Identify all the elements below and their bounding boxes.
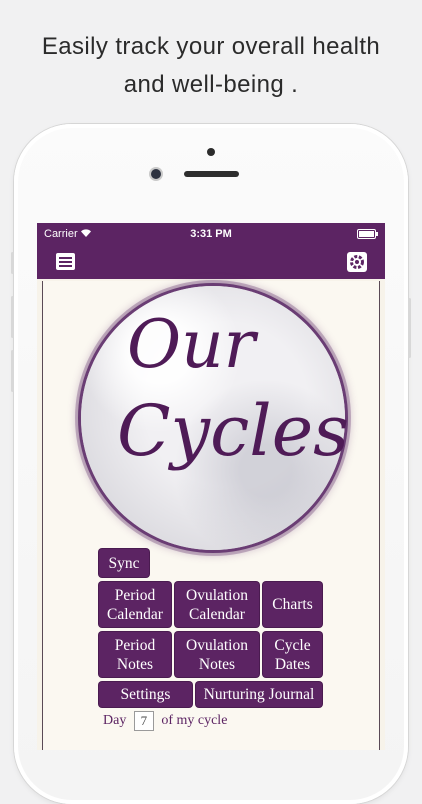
our-cycles-logo: Our Cycles — [81, 286, 349, 550]
cycle-dates-label-2: Dates — [274, 655, 311, 673]
settings-button-label: Settings — [120, 686, 171, 703]
headline-line-1: Easily track your overall health — [41, 33, 381, 60]
ovulation-notes-button[interactable]: Ovulation Notes — [175, 632, 259, 677]
phone-power-button — [408, 298, 411, 358]
ovulation-notes-label-1: Ovulation — [186, 636, 248, 654]
status-bar: Carrier 3:31 PM — [37, 223, 385, 245]
sync-button-label: Sync — [108, 554, 140, 572]
phone-proximity-sensor — [207, 148, 215, 156]
day-suffix-label: of my cycle — [161, 713, 228, 729]
period-notes-label-2: Notes — [116, 655, 154, 673]
period-calendar-button[interactable]: Period Calendar — [99, 582, 171, 627]
hamburger-menu-icon[interactable] — [56, 253, 75, 270]
period-notes-label-1: Period — [114, 636, 156, 654]
phone-volume-up — [11, 296, 14, 338]
charts-button-label: Charts — [272, 596, 313, 613]
headline-line-2: and well-being . — [123, 71, 299, 98]
phone-volume-down — [11, 350, 14, 392]
cycle-dates-label-1: Cycle — [274, 636, 311, 654]
phone-front-camera — [151, 169, 161, 179]
cycle-dates-button[interactable]: Cycle Dates — [263, 632, 322, 677]
period-calendar-label-1: Period — [114, 586, 156, 604]
phone-earpiece — [184, 171, 239, 177]
nav-bar — [37, 245, 385, 279]
nurturing-journal-button[interactable]: Nurturing Journal — [196, 682, 322, 707]
nurturing-journal-button-label: Nurturing Journal — [203, 686, 315, 703]
ovulation-calendar-button[interactable]: Ovulation Calendar — [175, 582, 259, 627]
charts-button[interactable]: Charts — [263, 582, 322, 627]
ovulation-calendar-label-2: Calendar — [189, 605, 245, 623]
settings-button[interactable]: Settings — [99, 682, 192, 707]
ovulation-notes-label-2: Notes — [198, 655, 236, 673]
ovulation-calendar-label-1: Ovulation — [186, 586, 248, 604]
day-of-cycle-row: Day 7 of my cycle — [103, 711, 227, 731]
period-notes-button[interactable]: Period Notes — [99, 632, 171, 677]
day-prefix-label: Day — [103, 713, 127, 729]
battery-icon — [357, 229, 378, 239]
gear-icon[interactable] — [347, 252, 367, 272]
period-calendar-label-2: Calendar — [107, 605, 163, 623]
sync-button[interactable]: Sync — [99, 549, 149, 577]
app-screen: Carrier 3:31 PM Our Cycles Sync Period C… — [37, 223, 385, 750]
phone-mute-switch — [11, 252, 14, 274]
logo-text-line-1: Our — [127, 306, 256, 383]
marketing-headline: Easily track your overall health and wel… — [0, 28, 422, 104]
logo-text-line-2: Cycles — [117, 390, 350, 472]
day-of-cycle-input[interactable]: 7 — [133, 711, 154, 731]
status-time: 3:31 PM — [190, 228, 232, 240]
